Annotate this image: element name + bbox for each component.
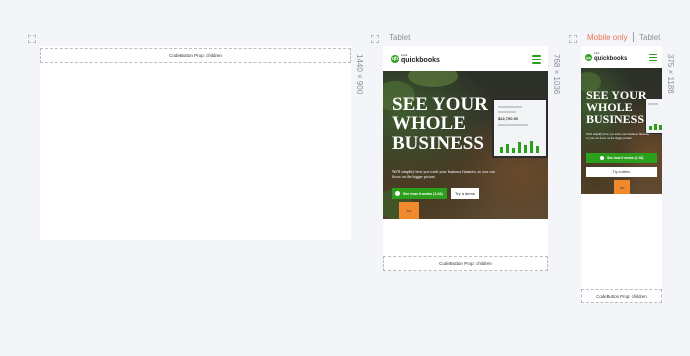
tablet-preview-frame: qb intuit quickbooks $22,700.00 SEE YOUR… bbox=[383, 46, 548, 271]
tablet-title: Tablet bbox=[389, 33, 411, 42]
try-demo-button[interactable]: Try a demo bbox=[451, 188, 479, 199]
see-how-it-works-button[interactable]: See how it works (1:34) bbox=[586, 153, 657, 163]
try-demo-button[interactable]: Try a demo bbox=[586, 167, 657, 177]
expand-icon[interactable] bbox=[28, 35, 36, 43]
orange-tab-label: Tab bbox=[406, 208, 412, 213]
try-demo-label: Try a demo bbox=[612, 170, 631, 174]
mobile-codebutton[interactable]: CodeButton Prop: children bbox=[581, 289, 662, 303]
quickbooks-logo[interactable]: qb intuit quickbooks bbox=[585, 52, 628, 62]
tablet-codebutton[interactable]: CodeButton Prop: children bbox=[383, 256, 548, 271]
desktop-codebutton[interactable]: CodeButton Prop: children bbox=[40, 48, 351, 63]
see-how-label: See how it works (1:34) bbox=[403, 191, 443, 196]
label-divider bbox=[633, 32, 634, 42]
try-demo-label: Try a demo bbox=[454, 191, 476, 196]
orange-tab-block[interactable]: Tab bbox=[614, 180, 630, 194]
mobile-only-label[interactable]: Mobile only bbox=[587, 33, 627, 42]
tablet-switch-label[interactable]: Tablet bbox=[639, 33, 660, 42]
tablet-hero: $22,700.00 SEE YOUR WHOLE BUSINESS We'll… bbox=[383, 71, 548, 219]
orange-tab-label: Tab bbox=[619, 186, 625, 190]
mobile-hero: SEE YOUR WHOLE BUSINESS We'll simplify h… bbox=[581, 68, 662, 194]
quickbooks-logo-icon: qb bbox=[391, 55, 399, 63]
play-circle-icon bbox=[599, 155, 605, 161]
hamburger-menu-icon[interactable] bbox=[532, 55, 541, 64]
see-how-label: See how it works (1:34) bbox=[607, 156, 644, 160]
brand-name: quickbooks bbox=[594, 55, 628, 62]
orange-tab-block[interactable]: Tab bbox=[399, 202, 419, 219]
hero-headline: SEE YOUR WHOLE BUSINESS bbox=[586, 88, 647, 127]
tablet-codebutton-text: CodeButton Prop: children bbox=[439, 261, 492, 266]
hero-subtext: We'll simplify how you track your busine… bbox=[392, 169, 495, 180]
desktop-preview-frame: CodeButton Prop: children bbox=[40, 46, 351, 240]
play-circle-icon bbox=[395, 191, 400, 196]
brand-name: quickbooks bbox=[401, 57, 440, 64]
tablet-size-label: 768 × 1036 bbox=[552, 54, 561, 95]
mobile-preview-frame: qb intuit quickbooks SEE YOUR WHOLE BUSI… bbox=[581, 46, 662, 303]
quickbooks-logo-icon: qb bbox=[585, 53, 592, 61]
hero-headline: SEE YOUR WHOLE BUSINESS bbox=[392, 94, 488, 154]
mobile-codebutton-text: CodeButton Prop: children bbox=[596, 293, 647, 299]
quickbooks-logo[interactable]: qb intuit quickbooks bbox=[391, 54, 440, 64]
mobile-size-label: 375 × 1188 bbox=[666, 54, 675, 94]
desktop-size-label: 1440 × 900 bbox=[355, 54, 364, 95]
hamburger-menu-icon[interactable] bbox=[649, 54, 657, 62]
desktop-codebutton-text: CodeButton Prop: children bbox=[169, 53, 222, 58]
expand-icon[interactable] bbox=[569, 35, 577, 43]
hero-subtext: We'll simplify how you track your busine… bbox=[586, 132, 650, 140]
see-how-it-works-button[interactable]: See how it works (1:34) bbox=[392, 188, 447, 199]
expand-icon[interactable] bbox=[371, 35, 379, 43]
